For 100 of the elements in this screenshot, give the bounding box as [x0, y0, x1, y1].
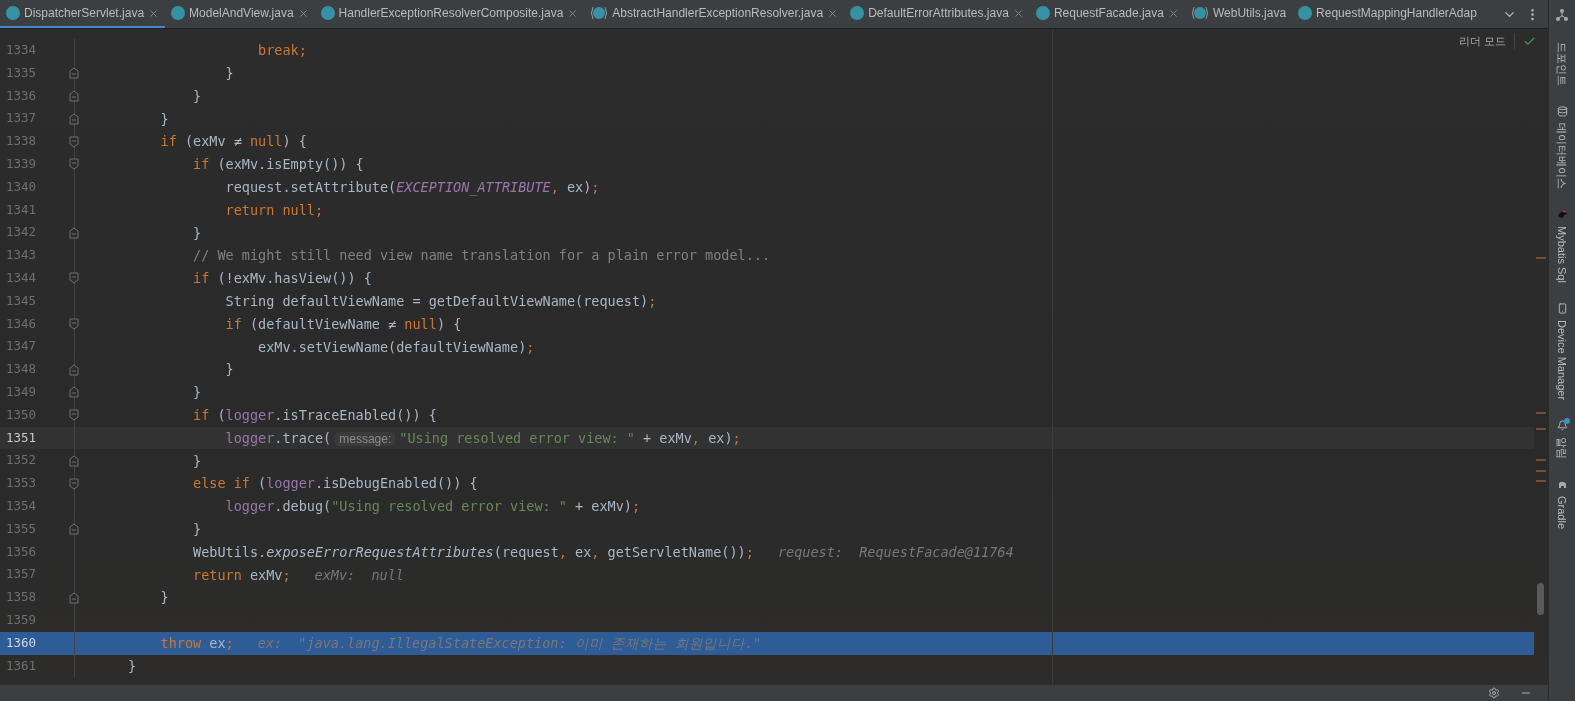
editor-tab[interactable]: WebUtils.java — [1184, 0, 1293, 28]
code-line: logger.debug("Using resolved error view: " + exMv); — [224, 498, 641, 515]
fold-icon[interactable] — [69, 90, 79, 102]
line-number: 1342 — [5, 223, 38, 242]
line-number: 1351 — [5, 428, 38, 447]
code-line: request.setAttribute(EXCEPTION_ATTRIBUTE, ex); — [224, 179, 600, 196]
code-line: // We might still need view name translation for a plain error model... — [192, 247, 771, 264]
code-line: if (exMv.isEmpty()) { — [192, 156, 364, 173]
device-icon — [1556, 302, 1568, 314]
line-number: 1346 — [5, 314, 38, 333]
fold-icon[interactable] — [69, 386, 79, 399]
class-icon — [320, 6, 335, 20]
close-icon[interactable] — [567, 7, 579, 19]
editor-tab[interactable]: AbstractHandlerExceptionResolver.java — [584, 0, 845, 28]
fold-icon[interactable] — [69, 317, 79, 330]
fold-icon[interactable] — [69, 477, 79, 490]
close-icon[interactable] — [1167, 7, 1179, 19]
line-number: 1344 — [5, 269, 38, 287]
bird-icon — [1556, 209, 1568, 220]
tool-window-button[interactable]: Device Manager — [1553, 302, 1571, 400]
fold-icon[interactable] — [69, 226, 79, 239]
line-number: 1358 — [5, 588, 38, 607]
tool-window-button[interactable]: Gradle — [1553, 478, 1571, 529]
line-number: 1352 — [5, 451, 38, 470]
editor-tab[interactable]: RequestMappingHandlerAdap — [1292, 0, 1483, 28]
code-line: } — [192, 521, 202, 537]
line-number: 1360 — [5, 633, 38, 652]
reader-mode-label[interactable]: 리더 모드 — [1458, 33, 1506, 50]
class-file-icon — [590, 6, 609, 20]
close-icon[interactable] — [827, 7, 839, 19]
fold-icon[interactable] — [69, 523, 79, 536]
code-line: } — [192, 452, 202, 469]
line-number: 1348 — [5, 360, 38, 379]
parameter-hint: message: — [335, 431, 396, 446]
code-line: } — [192, 224, 202, 241]
editor-tab[interactable]: ModelAndView.java — [165, 0, 315, 28]
code-line: return exMv; exMv: null — [192, 566, 404, 583]
code-line: WebUtils.exposeErrorRequestAttributes(request, ex, getServletName()); request: RequestFacade@11764 — [192, 543, 1014, 560]
line-number: 1355 — [5, 519, 38, 538]
fold-icon[interactable] — [69, 272, 79, 285]
debug-value: ex: "java.lang.IllegalStateException: 이미 존재하는 회원입니다." — [257, 635, 762, 651]
code-line: throw ex; ex: "java.lang.IllegalStateException: 이미 존재하는 회원입니다." — [159, 635, 762, 651]
close-icon[interactable] — [1012, 7, 1024, 19]
line-number: 1337 — [5, 109, 38, 128]
fold-icon[interactable] — [69, 409, 79, 422]
fold-icon[interactable] — [69, 454, 79, 467]
code-line: if (exMv ≠ null) { — [159, 133, 307, 150]
class-file-icon — [1190, 6, 1209, 20]
line-number: 1341 — [5, 200, 38, 219]
fold-icon[interactable] — [69, 591, 79, 604]
code-line: break; — [257, 42, 307, 59]
editor-tab[interactable]: DefaultErrorAttributes.java — [844, 0, 1030, 28]
class-icon — [1298, 6, 1313, 20]
code-line: } — [192, 384, 202, 401]
close-icon[interactable] — [148, 7, 160, 19]
code-line: String defaultViewName = getDefaultViewName(request); — [224, 293, 657, 310]
bell-icon — [1556, 419, 1568, 431]
debug-value: exMv: null — [314, 566, 404, 583]
debug-value: request: RequestFacade@11764 — [777, 543, 1014, 560]
fold-icon[interactable] — [69, 67, 79, 80]
hierarchy-icon[interactable] — [1555, 8, 1569, 22]
line-number: 1353 — [5, 474, 38, 493]
fold-icon[interactable] — [69, 363, 79, 376]
line-number: 1359 — [5, 610, 38, 629]
line-number: 1339 — [5, 155, 38, 173]
class-icon — [850, 6, 865, 20]
code-line: } — [192, 87, 202, 104]
editor-tab[interactable]: HandlerExceptionResolverComposite.java — [314, 0, 585, 28]
code-line: if (!exMv.hasView()) { — [192, 270, 372, 287]
line-number: 1347 — [5, 337, 38, 356]
line-number: 1350 — [5, 405, 38, 424]
code-line: else if (logger.isDebugEnabled()) { — [192, 475, 478, 492]
code-line: } — [159, 110, 169, 127]
tool-window-button[interactable]: Mybatis Sql — [1553, 209, 1571, 283]
settings-icon[interactable] — [1488, 687, 1500, 699]
line-number: 1349 — [5, 382, 38, 401]
line-number: 1345 — [5, 291, 38, 310]
close-icon[interactable] — [297, 7, 309, 19]
code-line: } — [128, 657, 137, 674]
class-icon — [1035, 6, 1050, 20]
code-line: if (defaultViewName ≠ null) { — [224, 315, 462, 332]
tool-window-button[interactable]: 알림 — [1553, 419, 1571, 459]
code-line: logger.trace( message: "Using resolved error view: " + exMv, ex); — [224, 429, 741, 446]
line-number: 1357 — [5, 565, 38, 584]
line-number: 1343 — [5, 246, 38, 265]
line-number: 1334 — [5, 41, 38, 59]
fold-icon[interactable] — [69, 112, 79, 125]
tool-window-button[interactable]: 드포인트 — [1553, 42, 1571, 86]
scrollbar-thumb[interactable] — [1537, 583, 1544, 615]
line-number: 1356 — [5, 542, 38, 561]
fold-icon[interactable] — [69, 135, 79, 148]
tool-window-button[interactable]: 데이터베이스 — [1553, 106, 1571, 189]
code-line: } — [224, 65, 234, 82]
line-number: 1340 — [5, 177, 38, 196]
editor-tab[interactable]: RequestFacade.java — [1029, 0, 1185, 28]
code-line: return null; — [224, 201, 324, 218]
code-line: } — [159, 589, 169, 606]
fold-icon[interactable] — [69, 158, 79, 171]
line-number: 1361 — [5, 656, 38, 675]
line-number: 1338 — [5, 132, 38, 151]
